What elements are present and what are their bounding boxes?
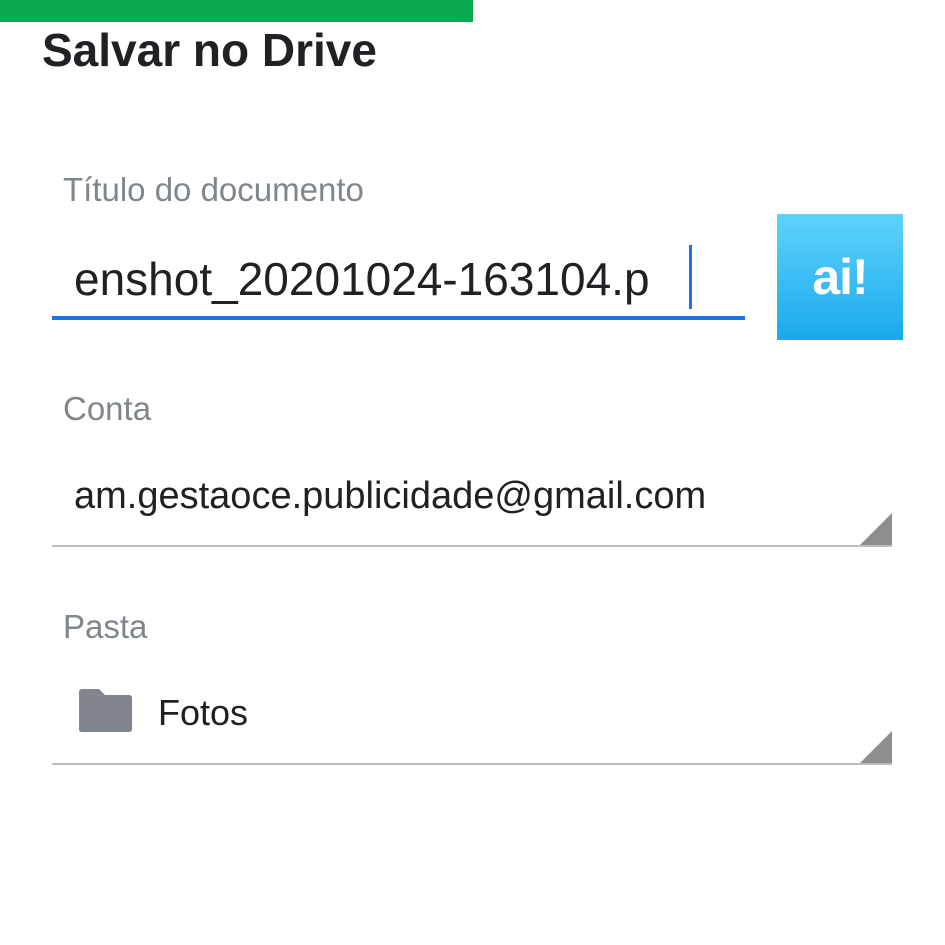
account-dropdown-arrow-icon[interactable]	[860, 513, 892, 545]
ai-assistant-label: ai!	[812, 249, 868, 305]
folder-label: Pasta	[63, 608, 148, 645]
ai-assistant-button[interactable]: ai!	[777, 214, 903, 340]
account-underline	[52, 545, 892, 547]
page-title: Salvar no Drive	[42, 24, 377, 76]
folder-underline	[52, 763, 892, 765]
upload-progress-bar	[0, 0, 473, 22]
folder-dropdown-arrow-icon[interactable]	[860, 731, 892, 763]
text-cursor	[689, 245, 692, 309]
document-title-input[interactable]: enshot_20201024-163104.p	[52, 236, 745, 322]
account-value[interactable]: am.gestaoce.publicidade@gmail.com	[74, 473, 706, 519]
document-title-label: Título do documento	[63, 171, 364, 208]
upload-progress-track	[0, 0, 945, 22]
account-label: Conta	[63, 390, 152, 427]
folder-icon	[79, 689, 132, 732]
document-title-value[interactable]: enshot_20201024-163104.p	[74, 251, 650, 307]
folder-value[interactable]: Fotos	[158, 690, 248, 736]
document-title-underline	[52, 316, 745, 320]
